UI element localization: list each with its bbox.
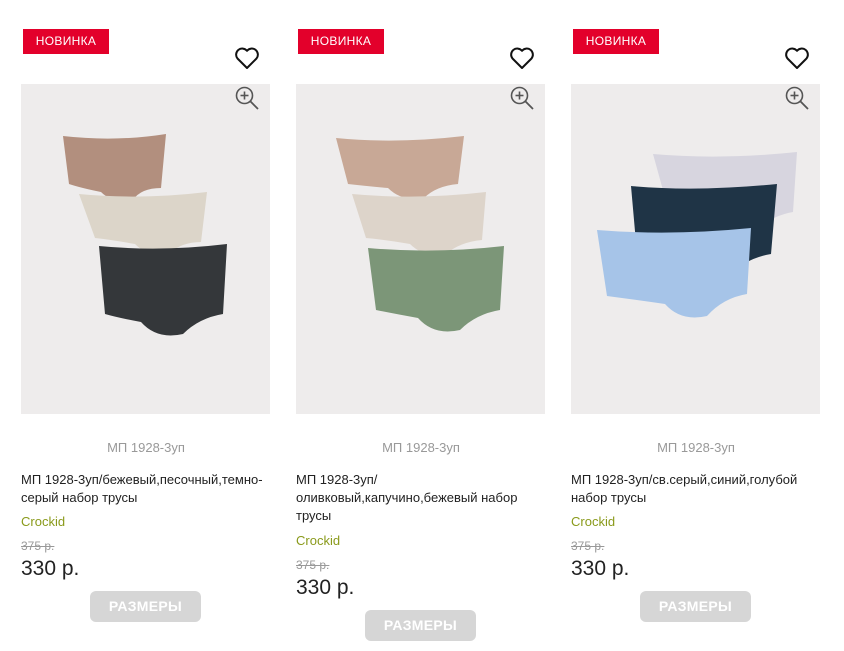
old-price: 375 р. [571,539,605,553]
product-image[interactable] [571,84,820,414]
product-name[interactable]: МП 1928-3уп/св.серый,синий,голубой набор… [571,471,821,507]
sizes-button[interactable]: РАЗМЕРЫ [640,591,751,622]
product-card[interactable]: НОВИНКА МП 1928-3уп МП 1928-3уп/бежевый,… [21,0,271,651]
product-brand[interactable]: Crockid [21,514,65,529]
current-price: 330 р. [571,557,630,580]
product-sku: МП 1928-3уп [382,440,460,455]
product-sku: МП 1928-3уп [107,440,185,455]
product-image[interactable] [21,84,270,414]
zoom-in-icon[interactable] [783,84,811,112]
sizes-button[interactable]: РАЗМЕРЫ [365,610,476,641]
heart-outline-icon[interactable] [783,44,811,72]
new-badge: НОВИНКА [23,29,109,54]
product-name[interactable]: МП 1928-3уп/оливковый,капучино,бежевый н… [296,471,546,525]
new-badge: НОВИНКА [298,29,384,54]
current-price: 330 р. [21,557,80,580]
product-name[interactable]: МП 1928-3уп/бежевый,песочный,темно-серый… [21,471,271,507]
current-price: 330 р. [296,576,355,599]
product-brand[interactable]: Crockid [571,514,615,529]
heart-outline-icon[interactable] [233,44,261,72]
product-card[interactable]: НОВИНКА МП 1928-3уп МП 1928-3уп/св.серый… [571,0,821,651]
heart-outline-icon[interactable] [508,44,536,72]
old-price: 375 р. [296,558,330,572]
sizes-button[interactable]: РАЗМЕРЫ [90,591,201,622]
product-image[interactable] [296,84,545,414]
zoom-in-icon[interactable] [233,84,261,112]
new-badge: НОВИНКА [573,29,659,54]
product-card[interactable]: НОВИНКА МП 1928-3уп МП 1928-3уп/оливковы… [296,0,546,651]
product-sku: МП 1928-3уп [657,440,735,455]
old-price: 375 р. [21,539,55,553]
zoom-in-icon[interactable] [508,84,536,112]
product-brand[interactable]: Crockid [296,533,340,548]
